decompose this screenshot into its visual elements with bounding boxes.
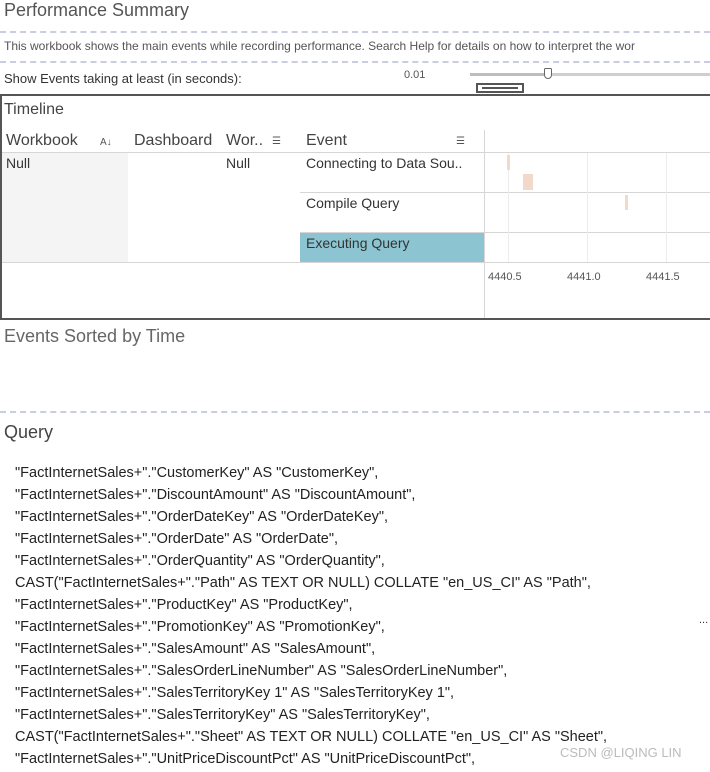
slider-fill — [470, 73, 548, 76]
query-line: "FactInternetSales+"."SalesTerritoryKey … — [15, 685, 455, 701]
chart-divider — [484, 130, 485, 318]
query-line: "FactInternetSales+"."SalesAmount" AS "S… — [15, 641, 376, 657]
events-sorted-title: Events Sorted by Time — [4, 326, 186, 346]
query-line: "FactInternetSales+"."OrderQuantity" AS … — [15, 553, 385, 569]
divider — [0, 31, 710, 33]
row-divider — [300, 232, 710, 233]
column-header-event[interactable]: Event — [306, 132, 347, 150]
event-bar[interactable] — [523, 174, 533, 190]
query-line: "FactInternetSales+"."OrderDate" AS "Ord… — [15, 531, 339, 547]
divider — [0, 411, 710, 413]
gridline — [666, 153, 667, 262]
page-title: Performance Summary — [4, 0, 190, 20]
sort-icon[interactable]: ☰ — [456, 136, 465, 147]
min-duration-value: 0.01 — [404, 69, 426, 81]
column-header-worksheet[interactable]: Wor.. — [226, 132, 263, 150]
header-divider — [2, 152, 710, 153]
query-line: "FactInternetSales+"."DiscountAmount" AS… — [15, 487, 416, 503]
query-line: CAST("FactInternetSales+"."Path" AS TEXT… — [15, 575, 591, 591]
workbook-description: This workbook shows the main events whil… — [4, 39, 635, 53]
column-label: Event — [306, 132, 347, 149]
event-bar[interactable] — [625, 195, 628, 210]
watermark: CSDN @LIQING LIN — [560, 745, 682, 760]
divider — [0, 61, 710, 63]
event-row[interactable]: Compile Query — [306, 195, 399, 211]
column-header-workbook[interactable]: Workbook — [6, 132, 78, 150]
query-title: Query — [4, 422, 54, 442]
timeline-title: Timeline — [4, 101, 64, 118]
column-header-dashboard[interactable]: Dashboard — [134, 132, 212, 150]
sort-icon[interactable]: ☰ — [272, 136, 281, 147]
worksheet-cell: Null — [226, 155, 251, 171]
event-row[interactable]: Connecting to Data Sou.. — [306, 155, 462, 171]
slider-thumb[interactable] — [544, 68, 552, 79]
axis-line — [2, 262, 710, 263]
gridline — [587, 153, 588, 262]
resize-handle[interactable] — [476, 83, 524, 93]
query-line: "FactInternetSales+"."ProductKey" AS "Pr… — [15, 597, 353, 613]
query-line: "FactInternetSales+"."PromotionKey" AS "… — [15, 619, 385, 635]
query-text: "FactInternetSales+"."CustomerKey" AS "C… — [15, 462, 710, 770]
query-line: "FactInternetSales+"."SalesOrderLineNumb… — [15, 663, 508, 679]
workbook-cell: Null — [6, 155, 31, 171]
min-duration-label: Show Events taking at least (in seconds)… — [4, 71, 242, 86]
query-line: "FactInternetSales+"."SalesTerritoryKey"… — [15, 707, 430, 723]
event-row-selected[interactable]: Executing Query — [306, 235, 410, 251]
more-options-icon[interactable]: ... — [699, 614, 708, 626]
axis-tick-label: 4441.5 — [646, 271, 680, 283]
event-bar[interactable] — [507, 155, 510, 170]
query-line: "FactInternetSales+"."CustomerKey" AS "C… — [15, 465, 379, 481]
query-line: "FactInternetSales+"."OrderDateKey" AS "… — [15, 509, 389, 525]
axis-tick-label: 4441.0 — [567, 271, 601, 283]
column-label: Workbook — [6, 132, 78, 149]
axis-tick-label: 4440.5 — [488, 271, 522, 283]
column-label: Wor.. — [226, 132, 264, 149]
sort-alpha-icon[interactable]: A↓ — [100, 137, 112, 148]
row-divider — [300, 192, 710, 193]
column-label: Dashboard — [134, 132, 213, 149]
